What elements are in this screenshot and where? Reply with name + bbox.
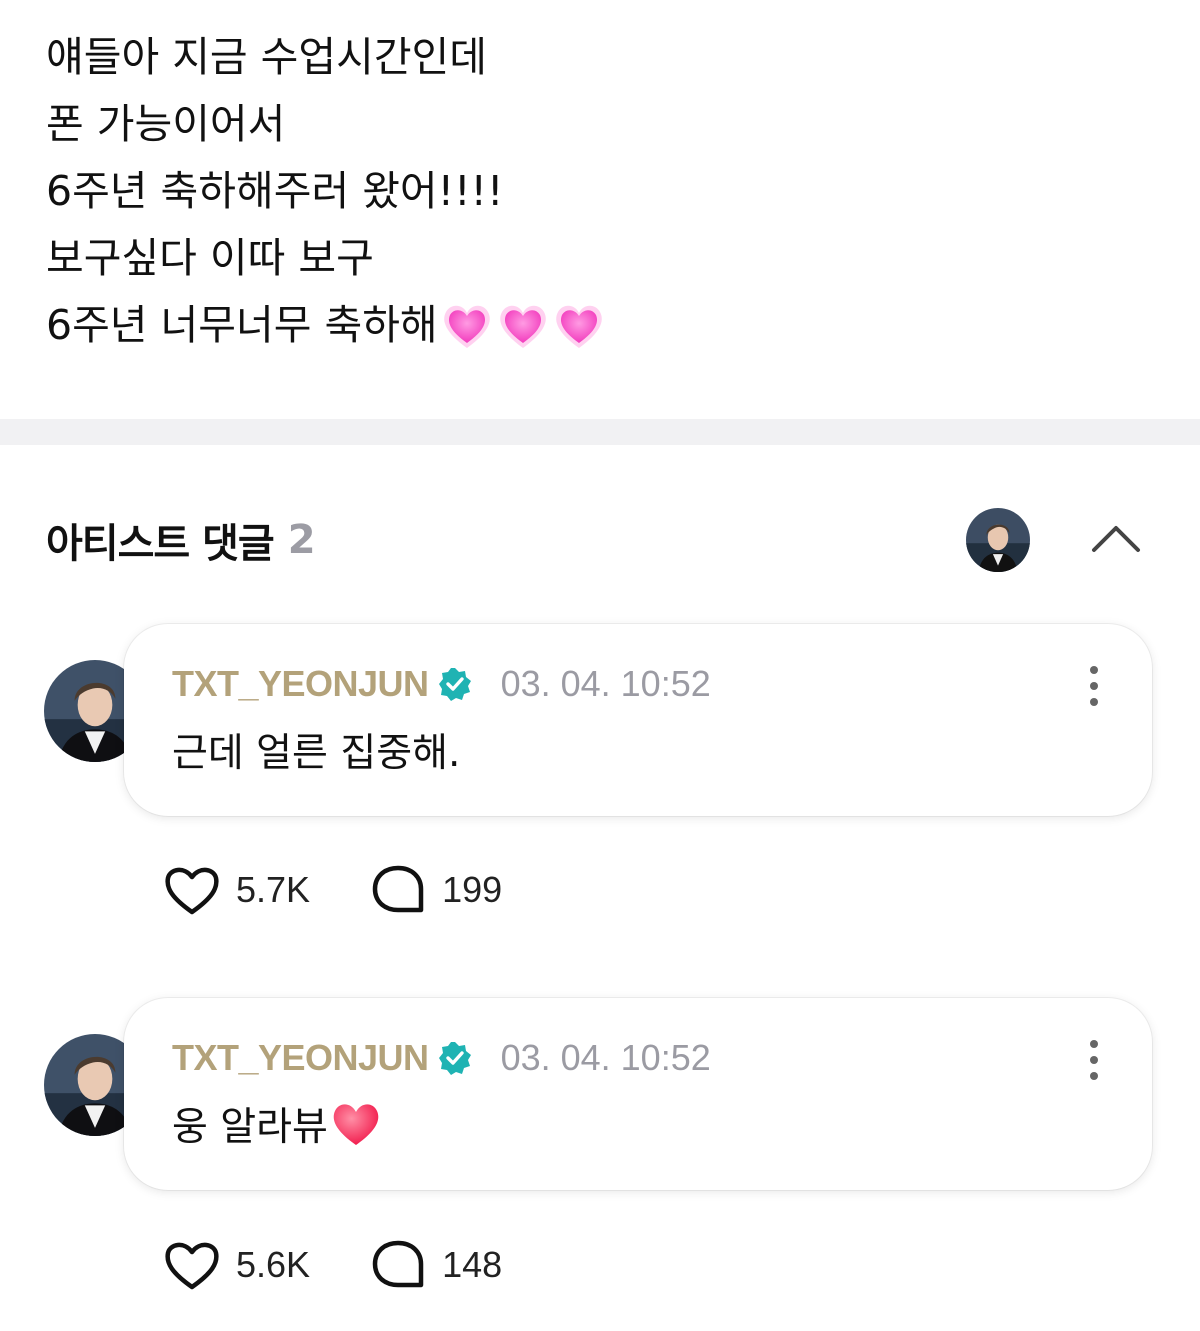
section-divider [0, 419, 1200, 445]
like-count: 5.7K [236, 869, 311, 910]
reply-button[interactable]: 148 [368, 1237, 502, 1293]
avatar[interactable] [966, 508, 1030, 572]
post-line: 폰 가능이어서 [46, 100, 286, 148]
comment-text-content: 근데 얼른 집중해. [172, 731, 461, 776]
post-line: 6주년 축하해주러 왔어!!!! [46, 167, 504, 215]
pink-heart-icon [443, 305, 490, 348]
heart-outline-icon [165, 867, 219, 915]
comment-author[interactable]: TXT_YEONJUN [172, 1037, 429, 1079]
more-options-icon[interactable] [1084, 1038, 1104, 1082]
artist-comments-title: 아티스트 댓글 [46, 521, 275, 567]
pink-heart-icon [555, 305, 602, 348]
artist-comments-header: 아티스트 댓글 2 [46, 510, 316, 570]
comment-text: 웅 알라뷰 [172, 1096, 382, 1152]
heart-outline-icon [165, 1242, 219, 1290]
comment-text: 근데 얼른 집중해. [172, 722, 460, 778]
reply-count: 148 [442, 1244, 503, 1285]
post-line: 보구싶다 이따 보구 [46, 234, 374, 282]
avatar-image [966, 508, 1030, 572]
verified-badge-icon [438, 668, 471, 701]
comment-author[interactable]: TXT_YEONJUN [172, 663, 429, 705]
red-heart-icon [333, 1104, 379, 1145]
verified-badge-icon [438, 1042, 471, 1075]
comment-actions: 5.7K 199 [162, 860, 502, 920]
post-line-text: 6주년 너무너무 축하해 [46, 301, 438, 349]
like-count: 5.6K [236, 1244, 311, 1285]
comment-card: TXT_YEONJUN 03. 04. 10:52 근데 얼른 집중해. [124, 624, 1152, 816]
post-body: 얘들아 지금 수업시간인데 폰 가능이어서 6주년 축하해주러 왔어!!!! 보… [46, 24, 1146, 359]
comment-meta: TXT_YEONJUN 03. 04. 10:52 [172, 1034, 711, 1082]
post-line: 얘들아 지금 수업시간인데 [46, 33, 487, 81]
like-button[interactable]: 5.6K [162, 1237, 310, 1293]
post-detail-page: 얘들아 지금 수업시간인데 폰 가능이어서 6주년 축하해주러 왔어!!!! 보… [0, 0, 1200, 1331]
comment-meta: TXT_YEONJUN 03. 04. 10:52 [172, 660, 711, 708]
more-options-icon[interactable] [1084, 664, 1104, 708]
like-button[interactable]: 5.7K [162, 862, 310, 918]
post-line-last: 6주년 너무너무 축하해 [46, 292, 1146, 359]
pink-heart-icon [499, 305, 546, 348]
artist-comments-count: 2 [287, 517, 316, 563]
chevron-up-icon[interactable] [1090, 518, 1142, 558]
comment-timestamp: 03. 04. 10:52 [500, 1037, 711, 1078]
comment-text-content: 웅 알라뷰 [172, 1105, 328, 1150]
speech-bubble-icon [372, 865, 424, 913]
comment-timestamp: 03. 04. 10:52 [500, 663, 711, 704]
comment-card: TXT_YEONJUN 03. 04. 10:52 웅 알라뷰 [124, 998, 1152, 1190]
reply-button[interactable]: 199 [368, 862, 502, 918]
reply-count: 199 [442, 869, 503, 910]
speech-bubble-icon [372, 1240, 424, 1288]
comment-actions: 5.6K 148 [162, 1235, 502, 1295]
